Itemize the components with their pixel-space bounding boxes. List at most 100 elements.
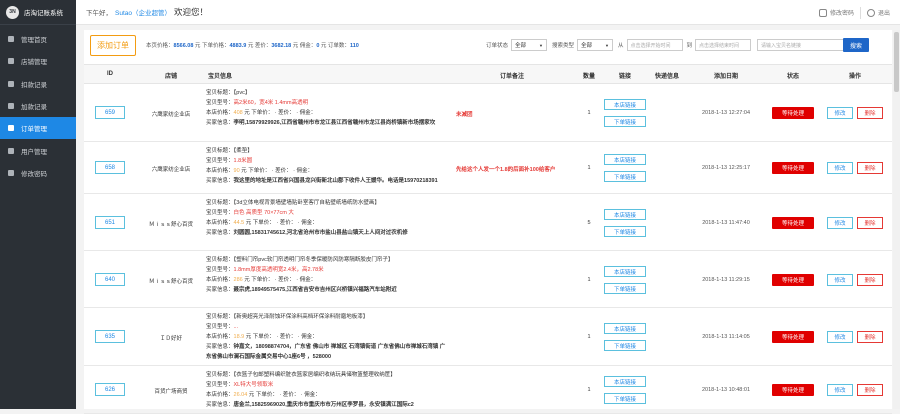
delete-button[interactable]: 删除	[857, 274, 883, 286]
status-badge[interactable]: 等待处理	[772, 162, 814, 174]
shop-link-button[interactable]: 本店链接	[604, 266, 646, 277]
order-id-badge[interactable]: 659	[95, 106, 125, 119]
shop-link-button[interactable]: 本店链接	[604, 376, 646, 387]
logout-link[interactable]: 退出	[866, 8, 890, 18]
sidebar-nav: 管理首页 店铺管理 扣款记录 加款记录 订单管理 用户管理 修改密码	[0, 28, 76, 184]
field-label: 宝贝型号：	[206, 210, 234, 216]
sidebar-item-add-funds[interactable]: 加款记录	[0, 95, 76, 117]
item-title: 【3d立体电视背景墙壁墙贴卧室客厅自粘壁纸墙纸防水壁画】	[233, 200, 380, 206]
shop-name: Ｍｉｓｓ舒心百货	[148, 222, 193, 228]
edit-button[interactable]: 修改	[827, 274, 853, 286]
field-label: 本店价格：	[206, 392, 234, 398]
power-icon	[866, 9, 875, 18]
date-from-input[interactable]: 点击选择开始时间	[626, 39, 683, 51]
item-price: 26.04	[233, 392, 248, 398]
status-badge[interactable]: 等待处理	[772, 107, 814, 119]
field-label: 本店价格：	[206, 110, 234, 116]
user-name[interactable]: Sutao（企业超管）	[115, 7, 171, 17]
sidebar-item-password[interactable]: 修改密码	[0, 162, 76, 184]
field-label: 差价：	[278, 110, 295, 116]
order-note: 未减团	[456, 112, 473, 118]
buyer-line: 买家信息：我这里的地址是江西省兴国县龙兴街新北山郡下收件人王媛华。电话是1597…	[206, 176, 446, 186]
shop-link-button[interactable]: 本店链接	[604, 154, 646, 165]
quantity: 1	[587, 165, 591, 171]
delete-button[interactable]: 删除	[857, 217, 883, 229]
table-row: 635 ＩＤ好好 宝贝标题：【新奥超亮光泽耐蚀环保涂料高档环保涂料耐磨地板漆】 宝贝型…	[84, 308, 892, 366]
stat-page-price: 8566.08	[173, 43, 194, 49]
order-id-badge[interactable]: 640	[95, 273, 125, 286]
item-info: 宝贝标题：【3d立体电视背景墙壁墙贴卧室客厅自粘壁纸墙纸防水壁画】 宝贝型号：白色…	[206, 198, 446, 238]
delete-button[interactable]: 删除	[857, 384, 883, 396]
order-link-button[interactable]: 下单链接	[604, 116, 646, 127]
shop-name: 六鹰家纺企业店	[151, 112, 191, 118]
field-label: 下单价：	[252, 220, 275, 226]
scrollbar-thumb[interactable]	[894, 32, 899, 92]
sidebar-item-orders[interactable]: 订单管理	[0, 117, 76, 140]
edit-button[interactable]: 修改	[827, 331, 853, 343]
order-status-select[interactable]: 全部 ▼	[511, 39, 548, 51]
sidebar-item-users[interactable]: 用户管理	[0, 139, 76, 161]
date-range: 从 点击选择开始时间 到 点击选择结束时间 请输入宝贝名链接	[618, 39, 850, 51]
order-link-button[interactable]: 下单链接	[604, 283, 646, 294]
table-header: ID 店铺 宝贝信息 订单备注 数量 链接 快递信息 添加日期 状态 操作	[84, 64, 892, 84]
status-badge[interactable]: 等待处理	[772, 331, 814, 343]
shop-link-button[interactable]: 本店链接	[604, 323, 646, 334]
order-id-badge[interactable]: 651	[95, 216, 125, 229]
delete-button[interactable]: 删除	[857, 162, 883, 174]
edit-button[interactable]: 修改	[827, 384, 853, 396]
stat-label: 元 差价：	[246, 43, 272, 49]
edit-button[interactable]: 修改	[827, 217, 853, 229]
field-label: 下单价：	[248, 168, 271, 174]
shop-name: ＩＤ好好	[159, 336, 182, 342]
add-order-button[interactable]: 添加订单	[90, 34, 136, 56]
page-scrollbar[interactable]	[893, 30, 900, 409]
col-item-info: 宝贝信息	[207, 74, 233, 80]
item-model-line: 宝贝型号：XL特大号领取米	[206, 380, 446, 390]
status-badge[interactable]: 等待处理	[772, 274, 814, 286]
field-label: 买家信息：	[206, 120, 234, 126]
field-label: 佣金：	[299, 277, 317, 283]
quantity: 5	[587, 220, 591, 226]
item-price: 408	[233, 110, 243, 116]
delete-button[interactable]: 删除	[857, 331, 883, 343]
field-label: 佣金：	[299, 110, 317, 116]
item-model: 白色 高质型 70×77cm 大	[233, 210, 294, 216]
item-title-line: 宝贝标题：【新奥超亮光泽耐蚀环保涂料高档环保涂料耐磨地板漆】	[206, 312, 446, 322]
status-badge[interactable]: 等待处理	[772, 217, 814, 229]
item-model: XL特大号领取米	[233, 382, 274, 388]
change-password-link[interactable]: 修改密码	[818, 8, 854, 18]
search-button[interactable]: 搜索	[843, 38, 869, 52]
order-id-badge[interactable]: 658	[95, 161, 125, 174]
shop-link-button[interactable]: 本店链接	[604, 99, 646, 110]
sidebar-item-home[interactable]: 管理首页	[0, 28, 76, 50]
field-label: 宝贝型号：	[206, 158, 234, 164]
keyword-search-input[interactable]: 请输入宝贝名链接	[757, 39, 850, 51]
status-badge[interactable]: 等待处理	[772, 384, 814, 396]
order-link-button[interactable]: 下单链接	[604, 340, 646, 351]
shop-link-button[interactable]: 本店链接	[604, 209, 646, 220]
sidebar-item-deductions[interactable]: 扣款记录	[0, 73, 76, 95]
field-label: 差价：	[278, 277, 295, 283]
delete-button[interactable]: 删除	[857, 107, 883, 119]
item-price-line: 本店价格：286 元 下单价： · 差价： · 佣金：	[206, 277, 317, 283]
quantity: 1	[587, 277, 591, 283]
sidebar-item-shops[interactable]: 店铺管理	[0, 50, 76, 72]
item-title: 【衣篮子包邮塑料编织脏衣篮家居编织收纳玩具储物篮整理收纳筐】	[233, 372, 396, 378]
field-label: 下单价：	[251, 110, 274, 116]
date-to-input[interactable]: 点击选择结束时间	[695, 39, 752, 51]
order-link-button[interactable]: 下单链接	[604, 226, 646, 237]
order-link-button[interactable]: 下单链接	[604, 171, 646, 182]
order-id-badge[interactable]: 626	[95, 383, 125, 396]
edit-button[interactable]: 修改	[827, 162, 853, 174]
edit-button[interactable]: 修改	[827, 107, 853, 119]
field-label: 宝贝标题：	[206, 148, 234, 154]
order-id-badge[interactable]: 635	[95, 330, 125, 343]
shop-name: 六鹰家纺企业店	[151, 167, 191, 173]
add-funds-icon	[8, 103, 14, 110]
item-title: 【新奥超亮光泽耐蚀环保涂料高档环保涂料耐磨地板漆】	[233, 314, 369, 320]
app-logo[interactable]: 3N 店淘记账系统	[0, 0, 76, 25]
item-title-line: 宝贝标题：【衣篮子包邮塑料编织脏衣篮家居编织收纳玩具储物篮整理收纳筐】	[206, 370, 446, 380]
order-link-button[interactable]: 下单链接	[604, 393, 646, 404]
search-type-select[interactable]: 全部 ▼	[577, 39, 614, 51]
col-quantity: 数量	[582, 74, 596, 80]
